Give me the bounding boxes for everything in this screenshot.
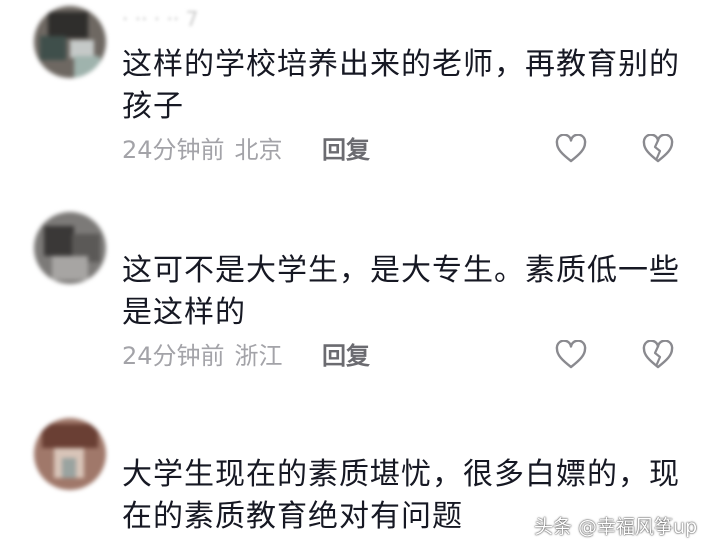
comment-location: 浙江	[234, 342, 283, 370]
avatar[interactable]	[34, 418, 106, 490]
heart-outline-icon[interactable]	[555, 340, 587, 370]
comment-meta: 24分钟前 浙江	[122, 340, 283, 372]
comment-username[interactable]: · ·· · ·· 7	[122, 8, 198, 30]
comment-time: 24分钟前	[122, 342, 225, 370]
comment-meta: 24分钟前 北京	[122, 134, 283, 166]
comment-text: 这可不是大学生，是大专生。素质低一些是这样的	[122, 253, 680, 330]
comment-time: 24分钟前	[122, 136, 225, 164]
comment-location: 北京	[234, 136, 283, 164]
avatar[interactable]	[34, 212, 106, 284]
reply-button[interactable]: 回复	[322, 134, 370, 166]
watermark: 头条 @幸福风筝up	[534, 516, 698, 538]
comment-text: 这样的学校培养出来的老师，再教育别的孩子	[122, 47, 680, 124]
broken-heart-icon[interactable]	[642, 340, 674, 370]
heart-outline-icon[interactable]	[555, 134, 587, 164]
broken-heart-icon[interactable]	[642, 134, 674, 164]
avatar[interactable]	[34, 6, 106, 78]
reply-button[interactable]: 回复	[322, 340, 370, 372]
